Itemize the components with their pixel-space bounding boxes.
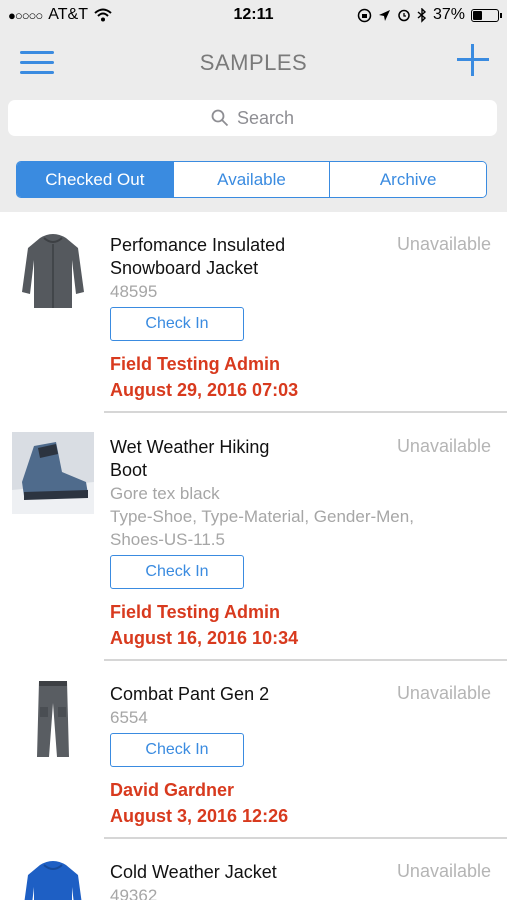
item-sku: 48595: [110, 282, 158, 301]
checked-out-date: August 3, 2016 12:26: [110, 806, 289, 826]
list-item[interactable]: Perfomance Insulated Snowboard Jacket 48…: [0, 212, 507, 414]
blue-jacket-thumbnail: [12, 857, 94, 900]
check-in-button[interactable]: Check In: [110, 733, 244, 767]
segmented-control: Checked Out Available Archive: [16, 161, 487, 198]
checked-out-by: Field Testing Admin: [110, 354, 280, 374]
page-title: SAMPLES: [199, 50, 308, 75]
status-right: 37%: [357, 6, 502, 24]
checked-out-date: August 16, 2016 10:34: [110, 628, 299, 648]
item-sku: 6554: [110, 708, 148, 727]
list-item[interactable]: Cold Weather Jacket 49362 Unavailable: [0, 839, 507, 900]
checked-out-date: August 29, 2016 07:03: [110, 380, 299, 400]
item-title-line2: Boot: [110, 460, 148, 480]
search-bar: Search: [0, 92, 507, 146]
item-description: Gore tex black: [110, 484, 220, 503]
search-input[interactable]: Search: [8, 100, 497, 136]
item-attributes-line2: Shoes-US-11.5: [110, 530, 225, 549]
boot-thumbnail: [12, 432, 94, 514]
item-info: Perfomance Insulated Snowboard Jacket 48…: [110, 234, 470, 403]
alarm-icon: [398, 9, 410, 22]
item-attributes: Type-Shoe, Type-Material, Gender-Men,: [110, 507, 414, 526]
list-item[interactable]: Wet Weather Hiking Boot Gore tex black T…: [0, 414, 507, 661]
search-icon: [211, 109, 229, 127]
item-sku: 49362: [110, 886, 158, 900]
check-in-button[interactable]: Check In: [110, 307, 244, 341]
jacket-thumbnail: [12, 230, 94, 312]
battery-level: [473, 10, 482, 20]
tab-available[interactable]: Available: [172, 162, 330, 197]
item-title-line2: Snowboard Jacket: [110, 258, 259, 278]
pant-thumbnail: [12, 679, 94, 761]
bluetooth-icon: [417, 7, 426, 23]
battery-icon: [471, 8, 502, 22]
add-icon[interactable]: [457, 44, 489, 76]
tab-checked-out[interactable]: Checked Out: [17, 162, 173, 197]
status-bar: ●○○○○ AT&T 12:11 37%: [0, 0, 507, 30]
availability-status: Unavailable: [396, 234, 491, 254]
availability-status: Unavailable: [396, 861, 491, 881]
tab-archive[interactable]: Archive: [329, 162, 486, 197]
rotation-lock-icon: [357, 8, 372, 22]
availability-status: Unavailable: [396, 683, 491, 703]
search-placeholder: Search: [236, 107, 295, 128]
availability-status: Unavailable: [396, 436, 491, 456]
tab-bar: Checked Out Available Archive: [0, 146, 507, 212]
checked-out-by: Field Testing Admin: [110, 602, 280, 622]
divider: [104, 411, 507, 413]
check-in-button[interactable]: Check In: [110, 555, 244, 589]
item-info: Combat Pant Gen 2 6554 Check In David Ga…: [110, 683, 470, 829]
samples-list: Perfomance Insulated Snowboard Jacket 48…: [0, 212, 507, 900]
list-item[interactable]: Combat Pant Gen 2 6554 Check In David Ga…: [0, 661, 507, 839]
battery-percent: 37%: [432, 6, 465, 23]
item-info: Wet Weather Hiking Boot Gore tex black T…: [110, 436, 470, 651]
nav-bar: SAMPLES: [0, 30, 507, 92]
location-icon: [378, 9, 390, 21]
checked-out-by: David Gardner: [110, 780, 235, 800]
